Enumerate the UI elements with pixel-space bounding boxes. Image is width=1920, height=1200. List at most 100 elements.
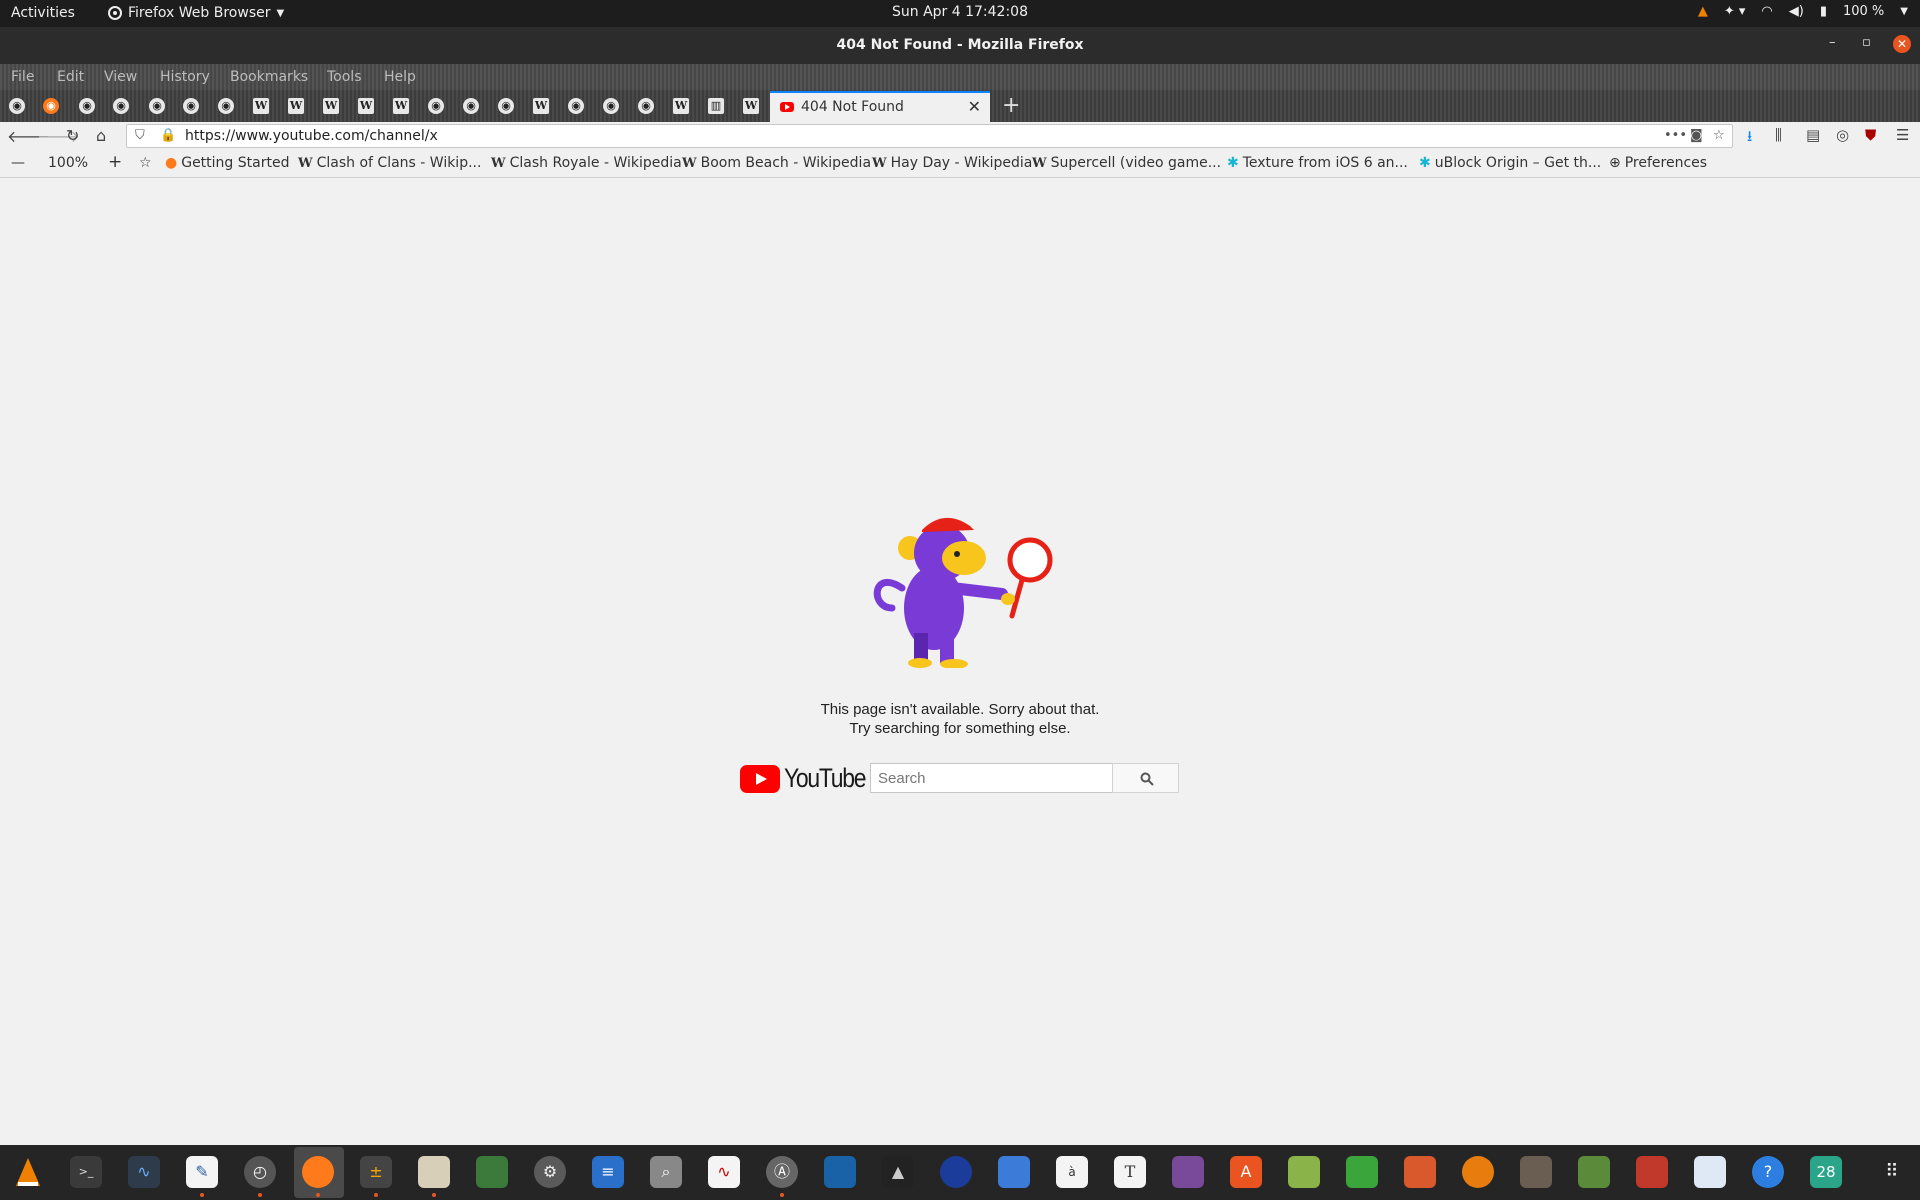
- accessibility-icon[interactable]: ✦ ▾: [1724, 4, 1746, 19]
- puzzle-game-icon[interactable]: [476, 1156, 508, 1188]
- pinned-tab-github-icon[interactable]: ◉: [149, 98, 165, 114]
- bookmark-manager-icon[interactable]: ☆: [139, 155, 152, 171]
- pinned-tab-github-icon[interactable]: ◉: [183, 98, 199, 114]
- youtube-search-input[interactable]: [870, 763, 1113, 793]
- writer-icon[interactable]: ≡: [592, 1156, 624, 1188]
- character-map-icon[interactable]: à: [1056, 1156, 1088, 1188]
- close-window-button[interactable]: ✕: [1893, 35, 1911, 53]
- drawing-icon[interactable]: [1288, 1156, 1320, 1188]
- pinned-tab-github-icon[interactable]: ◉: [218, 98, 234, 114]
- minecraft-icon[interactable]: [1578, 1156, 1610, 1188]
- settings-icon[interactable]: ⚙: [534, 1156, 566, 1188]
- game-character-icon[interactable]: [1636, 1156, 1668, 1188]
- clock-app-icon[interactable]: ◴: [244, 1156, 276, 1197]
- pocket-icon[interactable]: ◙: [1690, 128, 1703, 143]
- gimp-icon[interactable]: [1520, 1156, 1552, 1188]
- lock-icon[interactable]: 🔒: [160, 128, 176, 143]
- menu-history[interactable]: History: [160, 69, 210, 85]
- pinned-tab-github-icon[interactable]: ◉: [428, 98, 444, 114]
- vlc-tray-icon[interactable]: ▲: [1698, 4, 1708, 19]
- bookmark-item[interactable]: W Clash of Clans - Wikip...: [298, 155, 481, 171]
- system-menu-chevron-icon[interactable]: ▼: [1900, 6, 1908, 17]
- url-text[interactable]: https://www.youtube.com/channel/x: [185, 128, 438, 144]
- account-icon[interactable]: ◎: [1836, 126, 1849, 144]
- bookmark-item[interactable]: W Supercell (video game...: [1032, 155, 1221, 171]
- clock[interactable]: Sun Apr 4 17:42:08: [0, 4, 1920, 20]
- page-actions-icon[interactable]: •••: [1664, 128, 1687, 143]
- home-button[interactable]: ⌂: [96, 126, 106, 145]
- calendar-icon[interactable]: 28: [1810, 1156, 1842, 1188]
- pinned-tab-wikipedia-icon[interactable]: W: [743, 98, 759, 114]
- pinned-tab-github-icon[interactable]: ◉: [113, 98, 129, 114]
- downloads-icon[interactable]: ⭳: [1747, 126, 1752, 151]
- battery-icon[interactable]: ▮: [1820, 4, 1827, 19]
- screenshot-icon[interactable]: [998, 1156, 1030, 1188]
- calculator-icon[interactable]: ±: [360, 1156, 392, 1197]
- menu-view[interactable]: View: [104, 69, 137, 85]
- pinned-tab-github-icon[interactable]: ◉: [498, 98, 514, 114]
- terminal-icon[interactable]: >_: [70, 1156, 102, 1188]
- inkscape-icon[interactable]: ▲: [882, 1156, 914, 1188]
- pinned-tab-wikipedia-icon[interactable]: W: [323, 98, 339, 114]
- pinned-tab-github-icon[interactable]: ◉: [568, 98, 584, 114]
- scanner-icon[interactable]: [1694, 1156, 1726, 1188]
- hamburger-menu-icon[interactable]: ☰: [1896, 126, 1909, 144]
- vlc-icon[interactable]: [12, 1156, 44, 1188]
- zoom-in-button[interactable]: +: [108, 152, 122, 172]
- software-updater-icon[interactable]: Ⓐ: [766, 1156, 798, 1197]
- calc-spreadsheet-icon[interactable]: [1346, 1156, 1378, 1188]
- help-icon[interactable]: ?: [1752, 1156, 1784, 1188]
- impress-icon[interactable]: [1404, 1156, 1436, 1188]
- bookmark-item[interactable]: W Hay Day - Wikipedia: [872, 155, 1032, 171]
- bookmark-item[interactable]: ✱ Texture from iOS 6 an...: [1227, 155, 1408, 171]
- bookmark-item[interactable]: ⊕ Preferences: [1609, 155, 1707, 171]
- youtube-search-button[interactable]: [1112, 763, 1179, 793]
- pinned-tab-github-icon[interactable]: ◉: [79, 98, 95, 114]
- tracking-protection-icon[interactable]: ⛉: [135, 128, 145, 143]
- menu-edit[interactable]: Edit: [57, 69, 84, 85]
- youtube-logo[interactable]: YouTube: [740, 763, 880, 794]
- tab-404-not-found[interactable]: 404 Not Found ✕: [770, 91, 990, 122]
- bookmark-star-icon[interactable]: ☆: [1713, 128, 1725, 143]
- menu-bookmarks[interactable]: Bookmarks: [230, 69, 308, 85]
- pinned-tab-firefox-icon[interactable]: ◉: [43, 98, 59, 114]
- blender-icon[interactable]: [1462, 1156, 1494, 1188]
- pinned-tab-wikipedia-icon[interactable]: W: [393, 98, 409, 114]
- bookmark-item[interactable]: ✱ uBlock Origin – Get th...: [1419, 155, 1601, 171]
- image-viewer-icon[interactable]: ⌕: [650, 1156, 682, 1188]
- pinned-tab-wikipedia-icon[interactable]: W: [533, 98, 549, 114]
- new-tab-button[interactable]: +: [1002, 93, 1020, 118]
- pinned-tab-wikipedia-icon[interactable]: W: [253, 98, 269, 114]
- tweaks-icon[interactable]: [1172, 1156, 1204, 1188]
- maximize-icon[interactable]: ▫: [1862, 35, 1871, 50]
- typora-icon[interactable]: T: [1114, 1156, 1146, 1188]
- pinned-tab-github-icon[interactable]: ◉: [9, 98, 25, 114]
- pinned-tab-wikipedia-icon[interactable]: W: [288, 98, 304, 114]
- system-monitor-icon[interactable]: ∿: [128, 1156, 160, 1188]
- ublock-icon[interactable]: ⛊: [1865, 126, 1876, 144]
- close-tab-icon[interactable]: ✕: [968, 97, 981, 116]
- volume-icon[interactable]: ◀): [1789, 4, 1804, 19]
- address-bar[interactable]: ⛉ 🔒 https://www.youtube.com/channel/x ••…: [126, 124, 1733, 148]
- zoom-out-button[interactable]: —: [11, 155, 25, 171]
- minimize-icon[interactable]: –: [1829, 35, 1836, 50]
- pinned-tab-github-icon[interactable]: ◉: [638, 98, 654, 114]
- reload-button[interactable]: ↻: [66, 126, 79, 145]
- screen-monitor-icon[interactable]: ∿: [708, 1156, 740, 1188]
- menu-file[interactable]: File: [11, 69, 34, 85]
- show-applications-icon[interactable]: ⠿: [1876, 1156, 1908, 1188]
- bookmark-item[interactable]: ● Getting Started: [165, 155, 289, 171]
- files-icon[interactable]: [418, 1156, 450, 1197]
- library-icon[interactable]: ⫼: [1775, 126, 1782, 144]
- menu-tools[interactable]: Tools: [327, 69, 362, 85]
- app-store-icon[interactable]: A: [1230, 1156, 1262, 1188]
- pinned-tab-wikipedia-icon[interactable]: W: [673, 98, 689, 114]
- system-tray[interactable]: ▲ ✦ ▾ ◠ ◀) ▮ 100 % ▼: [1698, 4, 1908, 19]
- firefox-dock-icon[interactable]: [302, 1156, 334, 1197]
- pinned-tab-github-icon[interactable]: ◉: [603, 98, 619, 114]
- bookmark-item[interactable]: W Clash Royale - Wikipedia: [491, 155, 682, 171]
- text-editor-icon[interactable]: ✎: [186, 1156, 218, 1197]
- zoom-level[interactable]: 100%: [48, 155, 88, 171]
- pinned-tab-github-icon[interactable]: ◉: [463, 98, 479, 114]
- menu-help[interactable]: Help: [384, 69, 416, 85]
